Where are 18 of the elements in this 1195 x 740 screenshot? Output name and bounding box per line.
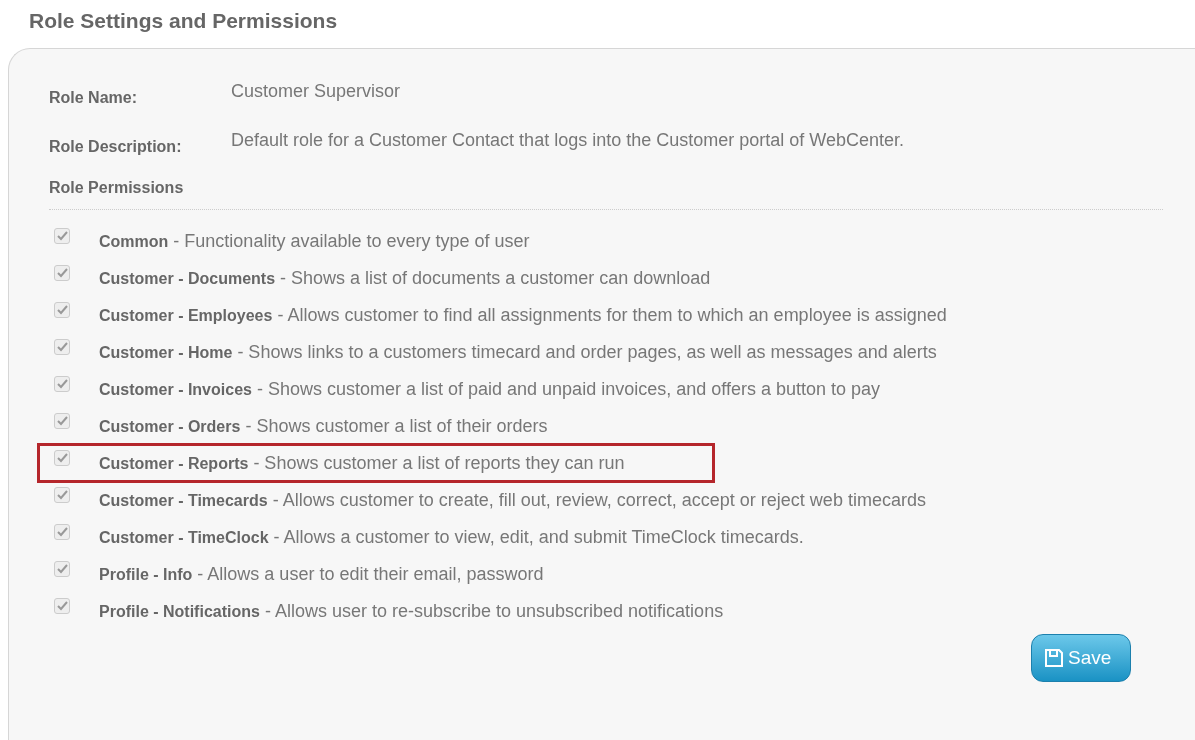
permission-text: Customer - Invoices - Shows customer a list of paid and unpaid invoices, and offers a button to pay [99,378,880,400]
permission-text: Customer - Documents - Shows a list of documents a customer can download [99,267,711,289]
field-value: Customer Supervisor [231,81,401,102]
permission-text: Profile - Info - Allows a user to edit their email, password [99,563,544,585]
permission-text: Common - Functionality available to every type of user [99,230,530,252]
field-label: Role Name: [49,89,139,107]
section-heading: Role Permissions [49,179,184,197]
field-label: Role Description: [49,138,183,156]
permission-text: Customer - Reports - Shows customer a list of reports they can run [99,452,625,474]
field-value: Default role for a Customer Contact that logs into the Customer portal of WebCenter. [231,130,904,151]
permission-text: Customer - Timecards - Allows customer to create, fill out, review, correct, accept or reject web timecards [99,489,926,511]
permission-text: Customer - Home - Shows links to a customers timecard and order pages, as well as messages and alerts [99,341,937,363]
save-button[interactable]: Save [1031,634,1131,682]
permission-text: Customer - Employees - Allows customer to find all assignments for them to which an employee is assigned [99,304,947,326]
permission-text: Customer - TimeClock - Allows a customer to view, edit, and submit TimeClock timecards. [99,526,804,548]
permission-text: Profile - Notifications - Allows user to re-subscribe to unsubscribed notifications [99,600,724,622]
permission-text: Customer - Orders - Shows customer a list of their orders [99,415,548,437]
page-title: Role Settings and Permissions [28,8,338,34]
